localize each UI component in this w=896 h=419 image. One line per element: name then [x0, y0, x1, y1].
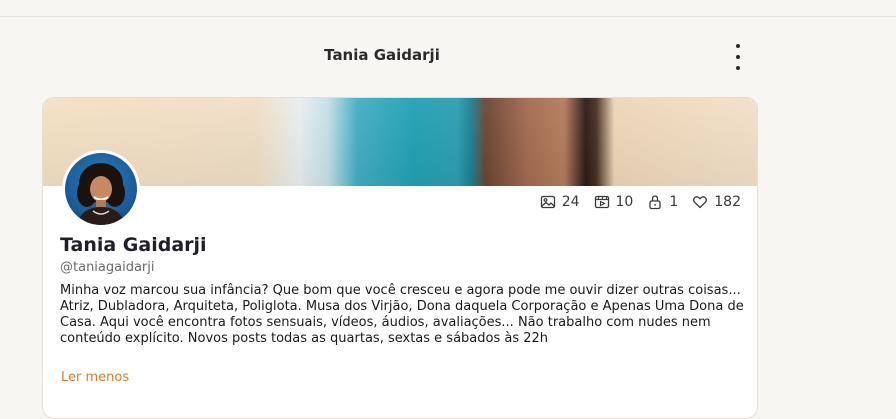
stat-locked-count: 1: [669, 194, 679, 210]
cover-image: [43, 98, 757, 186]
lock-icon: [649, 195, 661, 210]
profile-handle: @taniagaidarji: [60, 260, 155, 275]
top-divider: [0, 16, 896, 17]
kebab-dot: [736, 66, 740, 70]
stat-photos-count: 24: [561, 194, 580, 210]
avatar[interactable]: [62, 150, 140, 228]
more-vertical-icon[interactable]: [728, 44, 748, 70]
stat-videos-count: 10: [615, 194, 634, 210]
stat-videos[interactable]: 10: [594, 194, 634, 210]
kebab-dot: [736, 44, 740, 48]
video-icon: [594, 195, 609, 209]
stat-photos[interactable]: 24: [540, 194, 580, 210]
stat-locked[interactable]: 1: [647, 194, 678, 210]
avatar-image: [65, 153, 137, 225]
stat-likes[interactable]: 182: [692, 194, 741, 210]
profile-stats: 24 10 1 182: [540, 194, 741, 210]
read-less-link[interactable]: Ler menos: [61, 370, 129, 385]
profile-card: 24 10 1 182 Tania Gaidarji @taniagaidarj…: [42, 97, 758, 419]
avatar-portrait-icon: [65, 153, 137, 225]
stat-likes-count: 182: [714, 194, 741, 210]
profile-name: Tania Gaidarji: [60, 234, 207, 256]
heart-icon: [693, 196, 708, 209]
image-icon: [540, 195, 555, 209]
page-title: Tania Gaidarji: [324, 46, 440, 64]
kebab-dot: [736, 55, 740, 59]
profile-bio: Minha voz marcou sua infância? Que bom q…: [60, 283, 744, 346]
